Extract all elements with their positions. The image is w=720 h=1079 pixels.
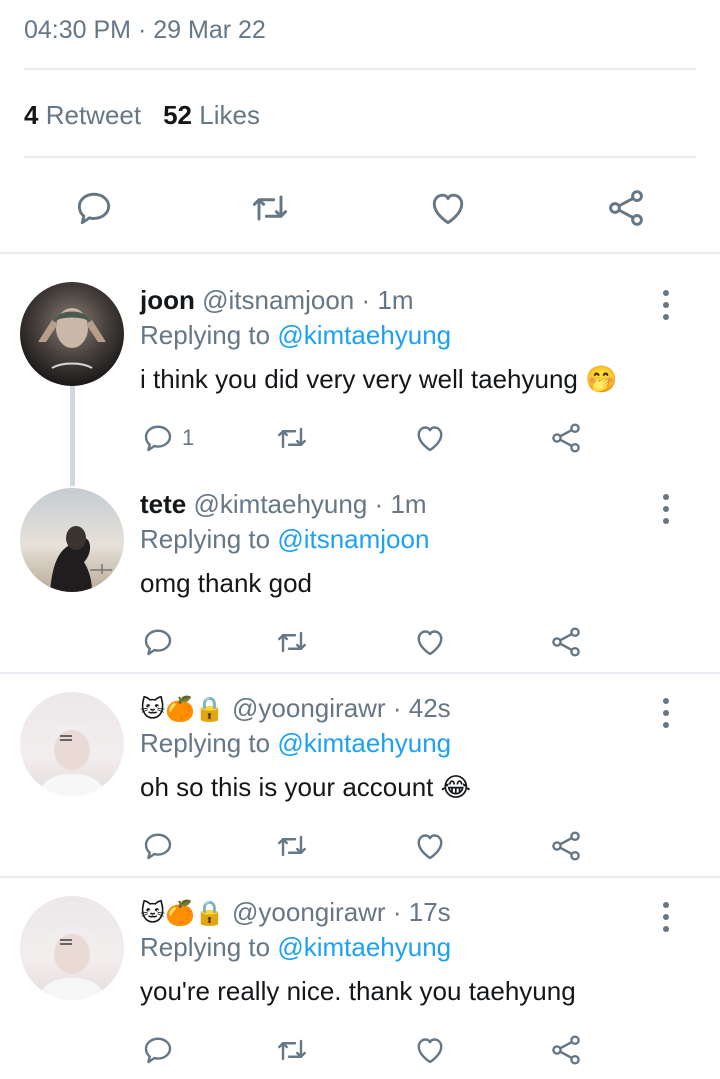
username[interactable]: @kimtaehyung [193,489,367,519]
header-separator: · [392,897,402,927]
reply-icon[interactable] [140,826,176,866]
reply-time: 1m [390,489,427,519]
retweet-icon[interactable] [274,622,310,662]
reply-action-bar [140,622,620,662]
avatar[interactable] [20,282,124,386]
tweet-date: 29 Mar 22 [153,16,266,44]
more-vertical-icon[interactable] [652,288,680,324]
display-name[interactable]: tete [140,489,186,519]
reply-action-bar: 1 [140,418,620,458]
reply-icon[interactable] [72,186,116,230]
reply-button[interactable]: 1 [140,418,194,458]
share-icon[interactable] [548,622,584,662]
reply-text: you're really nice. thank you taehyung [140,976,576,1007]
thread-connector [70,386,75,486]
mention-link[interactable]: @kimtaehyung [277,728,451,758]
reply-text: oh so this is your account 😂 [140,772,471,803]
replying-to: Replying to @itsnamjoon [140,524,429,555]
divider [24,156,696,158]
heart-icon[interactable] [412,418,448,458]
display-name[interactable]: joon [140,285,195,315]
retweet-label: Retweet [45,100,142,130]
retweet-count: 4 [24,100,39,130]
heart-icon[interactable] [412,622,448,662]
tweet-action-bar [0,180,720,236]
display-name[interactable]: 🐱🍊🔒 [140,899,225,927]
header-separator: · [392,693,402,723]
header-separator: · [361,285,371,315]
avatar[interactable] [20,692,124,796]
avatar[interactable] [20,488,124,592]
reply-header: joon @itsnamjoon · 1m [140,285,414,316]
reply-time: 17s [408,897,451,927]
replying-label: Replying to [140,320,271,350]
avatar[interactable] [20,896,124,1000]
retweet-icon[interactable] [274,1030,310,1070]
reply-icon[interactable] [140,622,176,662]
share-icon[interactable] [604,186,648,230]
divider [24,68,696,70]
section-divider [0,672,720,674]
heart-icon[interactable] [426,186,470,230]
likes-label: Likes [199,100,260,130]
replying-label: Replying to [140,932,271,962]
likes-count: 52 [163,100,193,130]
reply-body: oh so this is your account [140,772,434,802]
share-icon[interactable] [548,826,584,866]
retweet-icon[interactable] [274,418,310,458]
reply-header: 🐱🍊🔒 @yoongirawr · 42s [140,693,451,724]
retweets-stat[interactable]: 4 Retweet [24,100,141,130]
replying-to: Replying to @kimtaehyung [140,728,451,759]
share-icon[interactable] [548,418,584,458]
username[interactable]: @itsnamjoon [202,285,354,315]
mention-link[interactable]: @itsnamjoon [277,524,429,554]
mention-link[interactable]: @kimtaehyung [277,932,451,962]
reply-text: omg thank god [140,568,312,599]
tweet-timestamp: 04:30 PM · 29 Mar 22 [24,16,266,45]
replying-to: Replying to @kimtaehyung [140,320,451,351]
laughing-tears-emoji: 😂 [440,773,472,803]
replying-label: Replying to [140,524,271,554]
reply-header: 🐱🍊🔒 @yoongirawr · 17s [140,897,451,928]
reply-body: you're really nice. thank you taehyung [140,976,576,1006]
replying-to: Replying to @kimtaehyung [140,932,451,963]
reply-action-bar [140,1030,620,1070]
reply-time: 42s [408,693,451,723]
more-vertical-icon[interactable] [652,492,680,528]
meta-separator: · [137,16,147,44]
share-icon[interactable] [548,1030,584,1070]
reply-body: omg thank god [140,568,313,598]
retweet-icon[interactable] [274,826,310,866]
more-vertical-icon[interactable] [652,900,680,936]
section-divider [0,876,720,878]
reply-icon[interactable] [140,1030,176,1070]
reply-count: 1 [182,425,195,450]
likes-stat[interactable]: 52 Likes [163,100,260,130]
tweet-stats: 4 Retweet 52 Likes [24,100,260,131]
username[interactable]: @yoongirawr [232,693,386,723]
reply-time: 1m [377,285,414,315]
more-vertical-icon[interactable] [652,696,680,732]
reply-icon [140,420,176,456]
reply-text: i think you did very very well taehyung … [140,364,618,395]
reply-body: i think you did very very well taehyung [140,364,578,394]
username[interactable]: @yoongirawr [232,897,386,927]
reply-action-bar [140,826,620,866]
tweet-time: 04:30 PM [24,16,132,44]
heart-icon[interactable] [412,1030,448,1070]
section-divider [0,252,720,254]
replying-label: Replying to [140,728,271,758]
retweet-icon[interactable] [248,186,292,230]
display-name[interactable]: 🐱🍊🔒 [140,695,225,723]
reply-header: tete @kimtaehyung · 1m [140,489,427,520]
hand-over-mouth-emoji: 🤭 [585,365,618,395]
header-separator: · [374,489,384,519]
mention-link[interactable]: @kimtaehyung [277,320,451,350]
heart-icon[interactable] [412,826,448,866]
